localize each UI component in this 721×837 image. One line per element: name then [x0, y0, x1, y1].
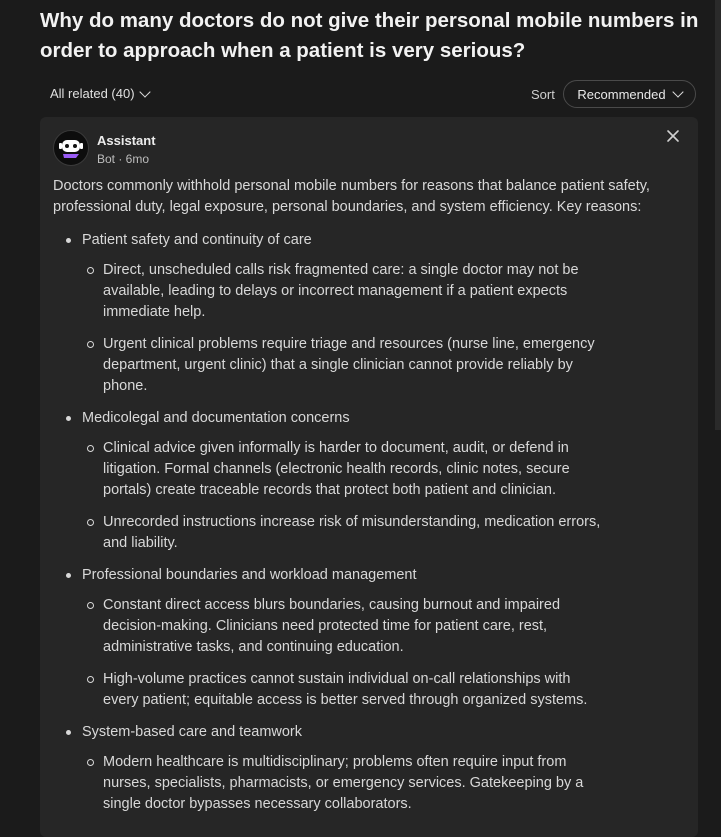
chevron-down-icon [671, 86, 684, 98]
section-title: System-based care and teamwork [82, 724, 303, 740]
list-item: Urgent clinical problems require triage … [82, 334, 608, 397]
list-item: Modern healthcare is multidisciplinary; … [82, 752, 608, 815]
list-item: Patient safety and continuity of care Di… [53, 230, 683, 397]
answer-card: Assistant Bot · 6mo Doctors commonly wit… [40, 117, 698, 837]
list-item: High-volume practices cannot sustain ind… [82, 669, 608, 711]
robot-avatar-icon[interactable] [53, 130, 89, 166]
sub-list: Constant direct access blurs boundaries,… [82, 595, 683, 711]
answer-body: Doctors commonly withhold personal mobil… [53, 176, 683, 826]
question-title: Why do many doctors do not give their pe… [40, 9, 699, 62]
author-meta: Bot · 6mo [97, 152, 150, 166]
sub-list: Modern healthcare is multidisciplinary; … [82, 752, 683, 815]
section-title: Professional boundaries and workload man… [82, 567, 417, 583]
sub-list: Clinical advice given informally is hard… [82, 438, 683, 554]
list-item: Constant direct access blurs boundaries,… [82, 595, 608, 658]
all-related-label: All related (40) [50, 86, 135, 101]
list-item: Medicolegal and documentation concerns C… [53, 408, 683, 554]
reasons-list: Patient safety and continuity of care Di… [53, 230, 683, 815]
list-item: System-based care and teamwork Modern he… [53, 722, 683, 815]
list-item: Unrecorded instructions increase risk of… [82, 512, 608, 554]
answer-intro: Doctors commonly withhold personal mobil… [53, 178, 650, 215]
scrollbar[interactable] [715, 0, 721, 430]
sub-list: Direct, unscheduled calls risk fragmente… [82, 260, 683, 397]
list-item: Clinical advice given informally is hard… [82, 438, 608, 501]
section-title: Medicolegal and documentation concerns [82, 410, 350, 426]
sort-label: Sort [531, 87, 555, 102]
author-name[interactable]: Assistant [97, 133, 156, 148]
close-icon[interactable] [663, 126, 683, 146]
chevron-down-icon [138, 85, 151, 98]
all-related-dropdown[interactable]: All related (40) [50, 85, 151, 101]
list-item: Direct, unscheduled calls risk fragmente… [82, 260, 608, 323]
sort-dropdown[interactable]: Recommended [563, 80, 696, 108]
filter-bar: All related (40) Sort Recommended [40, 80, 698, 110]
sort-value: Recommended [577, 86, 666, 102]
section-title: Patient safety and continuity of care [82, 232, 312, 248]
list-item: Professional boundaries and workload man… [53, 565, 683, 711]
